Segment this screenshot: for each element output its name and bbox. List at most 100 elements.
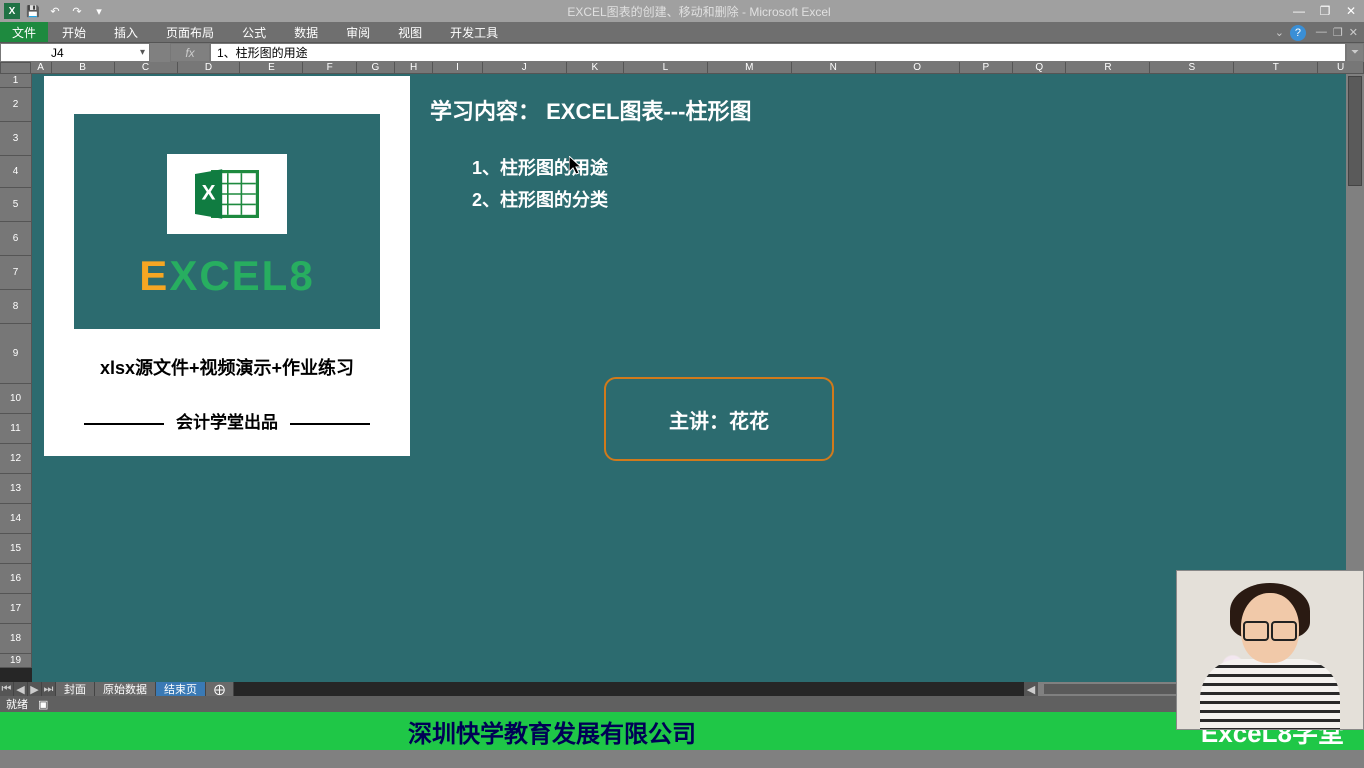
row-header-11[interactable]: 11 bbox=[0, 414, 32, 444]
tab-pagelayout[interactable]: 页面布局 bbox=[152, 22, 228, 42]
status-bar: 就绪 ▣ bbox=[0, 696, 1364, 712]
select-all-button[interactable] bbox=[0, 62, 31, 74]
row-header-3[interactable]: 3 bbox=[0, 122, 32, 156]
fx-icon[interactable]: fx bbox=[170, 43, 210, 62]
content-item-2: 2、柱形图的分类 bbox=[472, 186, 608, 212]
macro-record-icon[interactable]: ▣ bbox=[38, 698, 48, 711]
col-header-N[interactable]: N bbox=[792, 62, 876, 74]
col-header-D[interactable]: D bbox=[178, 62, 241, 74]
column-headers: ABCDEFGHIJKLMNOPQRSTU bbox=[0, 62, 1364, 74]
col-header-J[interactable]: J bbox=[483, 62, 567, 74]
row-header-16[interactable]: 16 bbox=[0, 564, 32, 594]
row-headers: 12345678910111213141516171819 bbox=[0, 74, 32, 668]
window-title: EXCEL图表的创建、移动和删除 - Microsoft Excel bbox=[108, 3, 1290, 20]
card-subtitle-1: xlsx源文件+视频演示+作业练习 bbox=[44, 354, 410, 380]
status-ready: 就绪 bbox=[6, 696, 28, 712]
formula-expand-icon[interactable]: ⏷ bbox=[1346, 43, 1364, 62]
ribbon: 文件 开始 插入 页面布局 公式 数据 审阅 视图 开发工具 ⌄ ? — ❐ ✕ bbox=[0, 22, 1364, 42]
sheet-tab-0[interactable]: 封面 bbox=[56, 682, 95, 696]
svg-text:X: X bbox=[202, 181, 216, 204]
row-header-8[interactable]: 8 bbox=[0, 290, 32, 324]
qat: X 💾 ↶ ↷ ▾ bbox=[4, 3, 108, 19]
formula-input[interactable]: 1、柱形图的用途 bbox=[210, 43, 1346, 62]
row-header-10[interactable]: 10 bbox=[0, 384, 32, 414]
logo-card: X EXCEL8 xlsx源文件+视频演示+作业练习 会计学堂出品 bbox=[44, 76, 410, 456]
tab-insert[interactable]: 插入 bbox=[100, 22, 152, 42]
ribbon-minimize-icon[interactable]: ⌄ bbox=[1275, 26, 1284, 39]
row-header-6[interactable]: 6 bbox=[0, 222, 32, 256]
col-header-R[interactable]: R bbox=[1066, 62, 1150, 74]
name-box[interactable]: J4 bbox=[0, 43, 150, 62]
tab-view[interactable]: 视图 bbox=[384, 22, 436, 42]
col-header-P[interactable]: P bbox=[960, 62, 1013, 74]
qat-customize-icon[interactable]: ▾ bbox=[90, 3, 108, 19]
row-header-18[interactable]: 18 bbox=[0, 624, 32, 654]
content-item-1: 1、柱形图的用途 bbox=[472, 154, 608, 180]
row-header-5[interactable]: 5 bbox=[0, 188, 32, 222]
formula-bar: J4 fx 1、柱形图的用途 ⏷ bbox=[0, 42, 1364, 62]
tab-data[interactable]: 数据 bbox=[280, 22, 332, 42]
col-header-F[interactable]: F bbox=[303, 62, 356, 74]
tab-developer[interactable]: 开发工具 bbox=[436, 22, 512, 42]
row-header-9[interactable]: 9 bbox=[0, 324, 32, 384]
sheet-tab-1[interactable]: 原始数据 bbox=[95, 682, 156, 696]
tab-review[interactable]: 审阅 bbox=[332, 22, 384, 42]
col-header-M[interactable]: M bbox=[708, 62, 792, 74]
col-header-C[interactable]: C bbox=[115, 62, 178, 74]
sheet-insert-icon[interactable]: ⨁ bbox=[206, 682, 234, 696]
col-header-Q[interactable]: Q bbox=[1013, 62, 1066, 74]
content-title: 学习内容： EXCEL图表---柱形图 bbox=[430, 94, 751, 126]
col-header-E[interactable]: E bbox=[240, 62, 303, 74]
minimize-button[interactable]: — bbox=[1290, 4, 1308, 18]
row-header-13[interactable]: 13 bbox=[0, 474, 32, 504]
col-header-S[interactable]: S bbox=[1150, 62, 1234, 74]
cells-area[interactable]: X EXCEL8 xlsx源文件+视频演示+作业练习 会计学堂出品 学习内容： … bbox=[32, 74, 1346, 682]
col-header-T[interactable]: T bbox=[1234, 62, 1318, 74]
vscroll-thumb[interactable] bbox=[1348, 76, 1362, 186]
col-header-I[interactable]: I bbox=[433, 62, 483, 74]
col-header-O[interactable]: O bbox=[876, 62, 960, 74]
workbook-min-icon[interactable]: — bbox=[1316, 26, 1327, 38]
workbook-close-icon[interactable]: ✕ bbox=[1349, 26, 1358, 39]
row-header-12[interactable]: 12 bbox=[0, 444, 32, 474]
excel-logo-icon: X bbox=[4, 3, 20, 19]
col-header-A[interactable]: A bbox=[31, 62, 52, 74]
hscroll-left[interactable]: ◀ bbox=[1024, 682, 1038, 696]
row-header-2[interactable]: 2 bbox=[0, 88, 32, 122]
bottom-banner: 深圳快学教育发展有限公司 ExceL8学堂 bbox=[0, 712, 1364, 750]
workbook-restore-icon[interactable]: ❐ bbox=[1333, 26, 1343, 39]
sheet-tab-bar: ⏮ ◀ ▶ ⏭ 封面 原始数据 结束页 ⨁ ◀ ▶ bbox=[0, 682, 1364, 696]
col-header-L[interactable]: L bbox=[624, 62, 708, 74]
col-header-U[interactable]: U bbox=[1318, 62, 1364, 74]
sheet-nav-first[interactable]: ⏮ bbox=[0, 682, 14, 696]
row-header-7[interactable]: 7 bbox=[0, 256, 32, 290]
titlebar: X 💾 ↶ ↷ ▾ EXCEL图表的创建、移动和删除 - Microsoft E… bbox=[0, 0, 1364, 22]
sheet-tab-2[interactable]: 结束页 bbox=[156, 682, 206, 696]
col-header-B[interactable]: B bbox=[52, 62, 115, 74]
restore-button[interactable]: ❐ bbox=[1316, 4, 1334, 18]
row-header-14[interactable]: 14 bbox=[0, 504, 32, 534]
close-button[interactable]: ✕ bbox=[1342, 4, 1360, 18]
presenter-box: 主讲：花花 bbox=[604, 377, 834, 461]
file-tab[interactable]: 文件 bbox=[0, 22, 48, 42]
banner-company: 深圳快学教育发展有限公司 bbox=[0, 714, 1104, 749]
sheet-nav-last[interactable]: ⏭ bbox=[42, 682, 56, 696]
save-button[interactable]: 💾 bbox=[24, 3, 42, 19]
row-header-4[interactable]: 4 bbox=[0, 156, 32, 188]
row-header-15[interactable]: 15 bbox=[0, 534, 32, 564]
row-header-1[interactable]: 1 bbox=[0, 74, 32, 88]
webcam-overlay bbox=[1176, 570, 1364, 730]
row-header-19[interactable]: 19 bbox=[0, 654, 32, 668]
redo-button[interactable]: ↷ bbox=[68, 3, 86, 19]
undo-button[interactable]: ↶ bbox=[46, 3, 64, 19]
card-subtitle-2: 会计学堂出品 bbox=[72, 408, 382, 433]
col-header-G[interactable]: G bbox=[357, 62, 395, 74]
row-header-17[interactable]: 17 bbox=[0, 594, 32, 624]
col-header-K[interactable]: K bbox=[567, 62, 624, 74]
tab-home[interactable]: 开始 bbox=[48, 22, 100, 42]
tab-formulas[interactable]: 公式 bbox=[228, 22, 280, 42]
help-button[interactable]: ? bbox=[1290, 25, 1306, 41]
sheet-nav-prev[interactable]: ◀ bbox=[14, 682, 28, 696]
sheet-nav-next[interactable]: ▶ bbox=[28, 682, 42, 696]
col-header-H[interactable]: H bbox=[395, 62, 433, 74]
